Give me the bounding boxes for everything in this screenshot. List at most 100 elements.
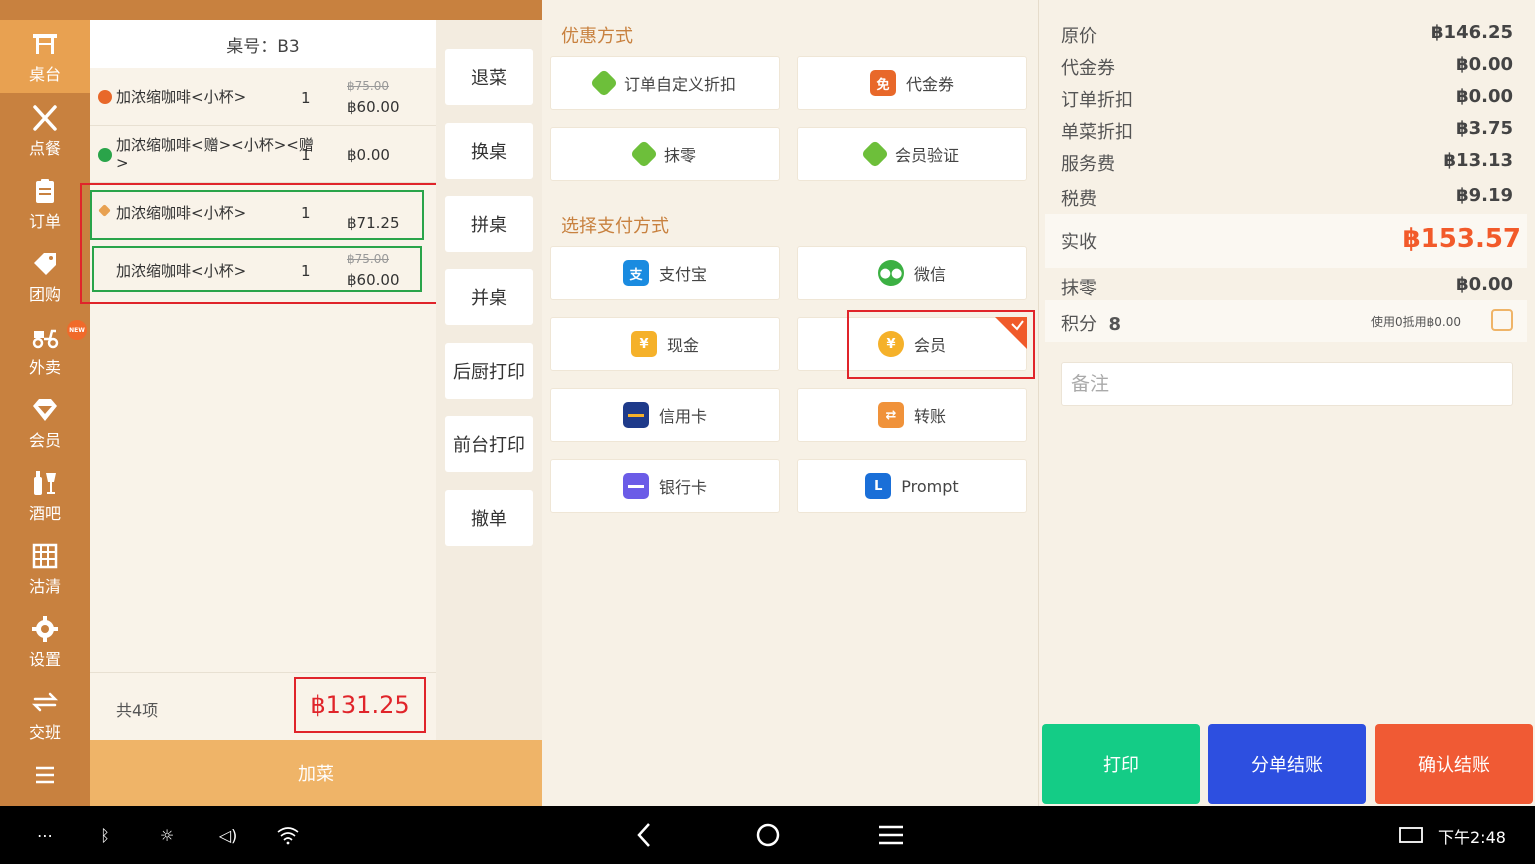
summary-panel: 原价 ฿146.25 代金券 ฿0.00 订单折扣 ฿0.00 单菜折扣 ฿3.75 服… — [1038, 0, 1535, 806]
actual-received: 实收 ฿153.57 — [1045, 214, 1527, 268]
pay-label: 支付宝 — [658, 265, 707, 284]
new-badge: NEW — [67, 320, 87, 340]
sidebar-item-label: 酒吧 — [28, 503, 61, 523]
summary-label: 代金券 — [1061, 58, 1115, 79]
print-button[interactable]: 打印 — [1042, 724, 1200, 804]
system-bar: ⋯ ᛒ ☼ ◁) 下午2:48 — [0, 806, 1535, 864]
summary-row: 原价 ฿146.25 — [1061, 22, 1513, 48]
recents-menu-icon[interactable] — [876, 820, 906, 850]
actual-value: ฿153.57 — [1402, 224, 1521, 254]
order-footer: 共4项 ฿131.25 — [90, 672, 436, 740]
voucher-icon: 免 — [869, 70, 896, 96]
summary-value: ฿0.00 — [1456, 54, 1513, 75]
item-price: ฿0.00 — [347, 146, 390, 164]
item-name-line2: > — [116, 154, 129, 172]
swap-icon — [31, 692, 59, 711]
rounding-row: 抹零 ฿0.00 — [1061, 274, 1513, 300]
sidebar-more[interactable] — [0, 760, 90, 806]
transfer-button[interactable]: ⇄ 转账 — [797, 388, 1027, 442]
tag-icon — [629, 139, 659, 169]
summary-label: 税费 — [1061, 189, 1097, 210]
scooter-icon — [32, 329, 59, 348]
fork-knife-icon — [33, 104, 57, 131]
brightness-icon[interactable]: ☼ — [152, 820, 182, 850]
points-value: 8 — [1108, 314, 1121, 335]
pay-label: 银行卡 — [658, 478, 707, 497]
item-price: ฿60.00 — [347, 98, 400, 116]
pay-label: 代金券 — [905, 75, 954, 94]
pay-label: 会员验证 — [894, 146, 959, 165]
summary-value: ฿3.75 — [1456, 118, 1513, 139]
bluetooth-icon[interactable]: ᛒ — [90, 820, 120, 850]
return-dish-button[interactable]: 退菜 — [445, 49, 533, 105]
merge-table-button[interactable]: 并桌 — [445, 269, 533, 325]
prompt-icon: L — [865, 473, 892, 499]
table-number: 桌号：B3 — [90, 20, 436, 68]
item-count: 共4项 — [116, 701, 159, 720]
sidebar-item-label: 团购 — [28, 284, 61, 304]
pay-label: 信用卡 — [658, 407, 707, 426]
points-hint: 使用0抵用฿0.00 — [1371, 315, 1461, 329]
sidebar-item-orders[interactable]: 订单 — [0, 167, 90, 240]
wechat-button[interactable]: ●● 微信 — [797, 246, 1027, 300]
pay-label: Prompt — [901, 476, 959, 496]
confirm-checkout-button[interactable]: 确认结账 — [1375, 724, 1533, 804]
back-icon[interactable] — [630, 820, 660, 850]
sidebar-item-tables[interactable]: 桌台 — [0, 20, 90, 93]
sidebar-item-group-buy[interactable]: 团购 — [0, 240, 90, 313]
pay-label: 抹零 — [663, 146, 696, 165]
discount-section-title: 优惠方式 — [561, 26, 633, 47]
summary-label: 原价 — [1061, 26, 1097, 47]
summary-row: 订单折扣 ฿0.00 — [1061, 86, 1513, 112]
sidebar-item-sold-out[interactable]: 沽清 — [0, 532, 90, 605]
custom-discount-button[interactable]: 订单自定义折扣 — [550, 56, 780, 110]
wifi-icon[interactable] — [273, 820, 303, 850]
sidebar-item-order-food[interactable]: 点餐 — [0, 94, 90, 167]
sidebar-item-members[interactable]: 会员 — [0, 386, 90, 459]
sidebar-item-label: 外卖 — [28, 357, 61, 377]
sidebar-item-label: 交班 — [28, 722, 61, 742]
cash-icon: ¥ — [630, 331, 657, 357]
list-icon — [36, 766, 54, 784]
share-table-button[interactable]: 拼桌 — [445, 196, 533, 252]
order-item[interactable]: 加浓缩咖啡<赠><小杯><赠 > 1 ฿0.00 — [90, 126, 436, 182]
sidebar-item-shift[interactable]: 交班 — [0, 678, 90, 751]
credit-card-button[interactable]: 信用卡 — [550, 388, 780, 442]
prompt-pay-button[interactable]: L Prompt — [797, 459, 1027, 513]
cash-button[interactable]: ¥ 现金 — [550, 317, 780, 371]
summary-label: 订单折扣 — [1061, 90, 1133, 111]
sidebar-item-bar[interactable]: 酒吧 — [0, 459, 90, 532]
alipay-button[interactable]: 支 支付宝 — [550, 246, 780, 300]
sidebar-item-settings[interactable]: 设置 — [0, 605, 90, 678]
home-icon[interactable] — [753, 820, 783, 850]
member-verify-button[interactable]: 会员验证 — [797, 127, 1027, 181]
sidebar-item-label: 订单 — [28, 211, 61, 231]
volume-icon[interactable]: ◁) — [213, 820, 243, 850]
highlight-box — [847, 310, 1035, 379]
summary-row: 服务费 ฿13.13 — [1061, 150, 1513, 176]
kitchen-print-button[interactable]: 后厨打印 — [445, 343, 533, 399]
window-icon[interactable] — [1396, 820, 1426, 850]
summary-row: 单菜折扣 ฿3.75 — [1061, 118, 1513, 144]
cancel-icon — [98, 90, 112, 104]
summary-value: ฿0.00 — [1456, 86, 1513, 107]
order-item[interactable]: 加浓缩咖啡<小杯> 1 ฿75.00 ฿60.00 — [90, 70, 436, 126]
rounding-button[interactable]: 抹零 — [550, 127, 780, 181]
points-label: 积分 8 — [1061, 310, 1121, 336]
bank-card-button[interactable]: 银行卡 — [550, 459, 780, 513]
actual-label: 实收 — [1061, 232, 1097, 253]
remark-field[interactable]: 备注 — [1061, 362, 1513, 406]
table-icon — [33, 33, 57, 54]
more-dots-icon[interactable]: ⋯ — [30, 820, 60, 850]
summary-row: 税费 ฿9.19 — [1061, 185, 1513, 211]
front-print-button[interactable]: 前台打印 — [445, 416, 533, 472]
points-checkbox[interactable] — [1491, 309, 1513, 331]
points-row: 积分 8 使用0抵用฿0.00 — [1045, 300, 1527, 342]
payment-panel: 优惠方式 订单自定义折扣 免 代金券 抹零 会员验证 选择支付方式 支 支付宝 … — [542, 0, 1038, 806]
split-checkout-button[interactable]: 分单结账 — [1208, 724, 1366, 804]
voucher-button[interactable]: 免 代金券 — [797, 56, 1027, 110]
cancel-order-button[interactable]: 撤单 — [445, 490, 533, 546]
add-dish-button[interactable]: 加菜 — [90, 740, 542, 806]
pay-label: 订单自定义折扣 — [623, 75, 736, 94]
change-table-button[interactable]: 换桌 — [445, 123, 533, 179]
